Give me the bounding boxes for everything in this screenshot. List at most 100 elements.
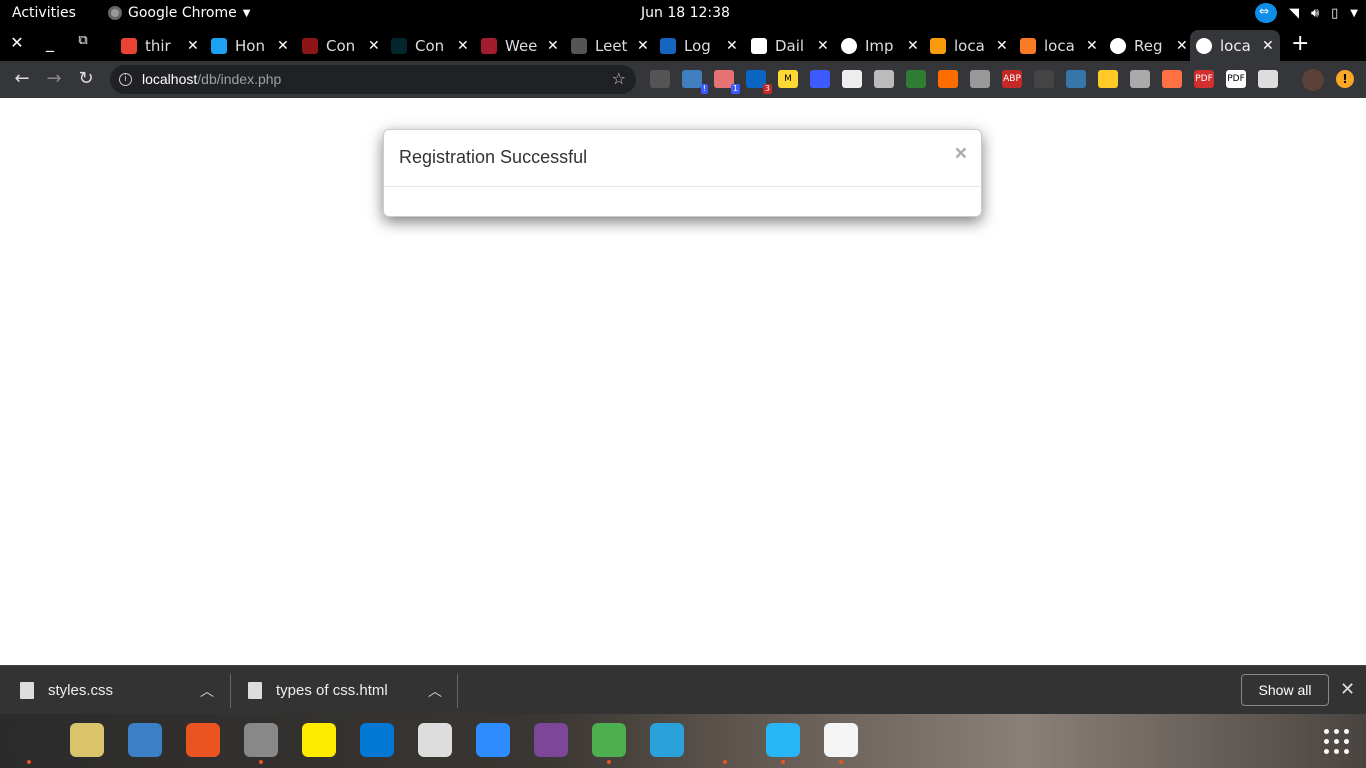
show-applications-icon[interactable]: [1324, 729, 1350, 755]
minimize-window-icon[interactable]: _: [40, 33, 60, 53]
close-tab-icon[interactable]: ✕: [277, 38, 289, 54]
close-tab-icon[interactable]: ✕: [1086, 38, 1098, 54]
rhythmbox-app-icon[interactable]: [70, 723, 104, 757]
close-icon[interactable]: ×: [955, 142, 967, 166]
close-tab-icon[interactable]: ✕: [996, 38, 1008, 54]
adblock-ext-icon[interactable]: ABP: [1002, 70, 1022, 88]
show-all-button[interactable]: Show all: [1241, 674, 1329, 706]
browser-tab[interactable]: Con ✕: [296, 30, 384, 61]
software-app-icon[interactable]: [186, 723, 220, 757]
hand-ext-icon[interactable]: [970, 70, 990, 88]
teamviewer-icon[interactable]: [1254, 3, 1277, 23]
close-tab-icon[interactable]: ✕: [907, 38, 919, 54]
system-tray[interactable]: ◥ 🔊︎ ▯ ▼: [1254, 3, 1358, 23]
back-button[interactable]: ←: [11, 68, 33, 90]
myjson-ext-icon[interactable]: !: [682, 70, 708, 94]
app-menu[interactable]: Google Chrome ▼: [108, 5, 250, 21]
bulb-ext-icon[interactable]: [874, 70, 894, 88]
new-tab-button[interactable]: +: [1291, 31, 1309, 56]
tab-title: loca: [954, 36, 985, 55]
close-tab-icon[interactable]: ✕: [457, 38, 469, 54]
reader-ext-icon[interactable]: [842, 70, 862, 88]
tab-title: Wee: [505, 36, 538, 55]
wave-ext-icon[interactable]: [810, 70, 830, 88]
notes-app-icon[interactable]: [302, 723, 336, 757]
browser-tab[interactable]: loca ✕: [1014, 30, 1102, 61]
edx-icon: [391, 37, 407, 54]
file-icon: [20, 682, 34, 699]
chevron-up-icon[interactable]: ︿: [200, 681, 214, 701]
close-tab-icon[interactable]: ✕: [637, 38, 649, 54]
browser-tab[interactable]: Imp ✕: [835, 30, 923, 61]
text-editor-app-icon[interactable]: [824, 723, 858, 764]
close-tab-icon[interactable]: ✕: [817, 38, 829, 54]
download-item[interactable]: types of css.html ︿: [248, 666, 448, 715]
telegram-app-icon[interactable]: [650, 723, 684, 757]
close-tab-icon[interactable]: ✕: [726, 38, 738, 54]
browser-tab[interactable]: Reg ✕: [1104, 30, 1192, 61]
draw-ext-icon[interactable]: [1258, 70, 1278, 88]
browser-tab[interactable]: loca ✕: [1190, 30, 1280, 61]
screenshot-ext-icon[interactable]: [906, 70, 926, 88]
tab-title: loca: [1044, 36, 1075, 55]
m-ext-icon[interactable]: M: [778, 70, 798, 88]
browser-tab[interactable]: thir ✕: [115, 30, 203, 61]
activities-button[interactable]: Activities: [12, 5, 76, 21]
reload-button[interactable]: ↻: [75, 68, 97, 90]
quote-ext-icon[interactable]: [650, 70, 670, 88]
chevron-up-icon[interactable]: ︿: [428, 681, 442, 701]
unknown-app-icon[interactable]: [708, 723, 742, 764]
writer-app-icon[interactable]: [128, 723, 162, 757]
download-item[interactable]: styles.css ︿: [20, 666, 220, 715]
divider: [230, 674, 231, 708]
linkedin-ext-icon[interactable]: 3: [746, 70, 772, 94]
close-tab-icon[interactable]: ✕: [368, 38, 380, 54]
close-tab-icon[interactable]: ✕: [187, 38, 199, 54]
browser-tab[interactable]: loca ✕: [924, 30, 1012, 61]
close-tab-icon[interactable]: ✕: [547, 38, 559, 54]
kstars-app-icon[interactable]: [766, 723, 800, 764]
zoom-app-icon[interactable]: [476, 723, 510, 757]
browser-tab[interactable]: Leet ✕: [565, 30, 653, 61]
profile-avatar[interactable]: [1302, 69, 1324, 91]
bookmark-star-icon[interactable]: ☆: [612, 69, 626, 88]
feather-ext-icon[interactable]: [1130, 70, 1150, 88]
chrome-icon: [108, 6, 122, 20]
close-tab-icon[interactable]: ✕: [1176, 38, 1188, 54]
pdf-ext-icon[interactable]: PDF: [1194, 70, 1214, 88]
files-app-icon[interactable]: [244, 723, 278, 764]
terminal-app-icon[interactable]: [12, 723, 46, 764]
browser-tab[interactable]: Hon ✕: [205, 30, 293, 61]
chrome-app-icon[interactable]: [592, 723, 626, 764]
b-ext-icon[interactable]: [938, 70, 958, 88]
forward-button[interactable]: →: [43, 68, 65, 90]
extension-ext-icon[interactable]: 1: [714, 70, 740, 94]
close-icon[interactable]: ✕: [1340, 679, 1355, 700]
info-icon[interactable]: i: [119, 73, 132, 86]
document-viewer-app-icon[interactable]: [418, 723, 452, 757]
thumb-ext-icon[interactable]: [1098, 70, 1118, 88]
clock[interactable]: Jun 18 12:38: [641, 5, 730, 21]
extension-label: ABP: [1003, 74, 1021, 84]
browser-tab[interactable]: Wee ✕: [475, 30, 563, 61]
tab-title: Dail: [775, 36, 805, 55]
vscode-app-icon[interactable]: [360, 723, 394, 757]
url-text[interactable]: localhost/db/index.php: [142, 71, 281, 87]
restore-window-icon[interactable]: ⧉: [73, 33, 93, 53]
close-tab-icon[interactable]: ✕: [1262, 38, 1274, 54]
download-shelf: styles.css ︿ types of css.html ︿ Show al…: [0, 665, 1366, 714]
tor-app-icon[interactable]: [534, 723, 568, 757]
warning-icon[interactable]: !: [1336, 70, 1354, 88]
address-bar[interactable]: i localhost/db/index.php ☆: [110, 65, 636, 94]
tab-title: Hon: [235, 36, 265, 55]
tab-title: Leet: [595, 36, 628, 55]
browser-tab[interactable]: Log ✕: [654, 30, 742, 61]
pdf2-ext-icon[interactable]: PDF: [1226, 70, 1246, 88]
circle-ext-icon[interactable]: [1162, 70, 1182, 88]
browser-tab[interactable]: Dail ✕: [745, 30, 833, 61]
browser-tab[interactable]: Con ✕: [385, 30, 473, 61]
close-window-icon[interactable]: ✕: [7, 33, 27, 53]
tab-title: loca: [1220, 36, 1251, 55]
recycle-ext-icon[interactable]: [1034, 70, 1054, 88]
python-ext-icon[interactable]: [1066, 70, 1086, 88]
